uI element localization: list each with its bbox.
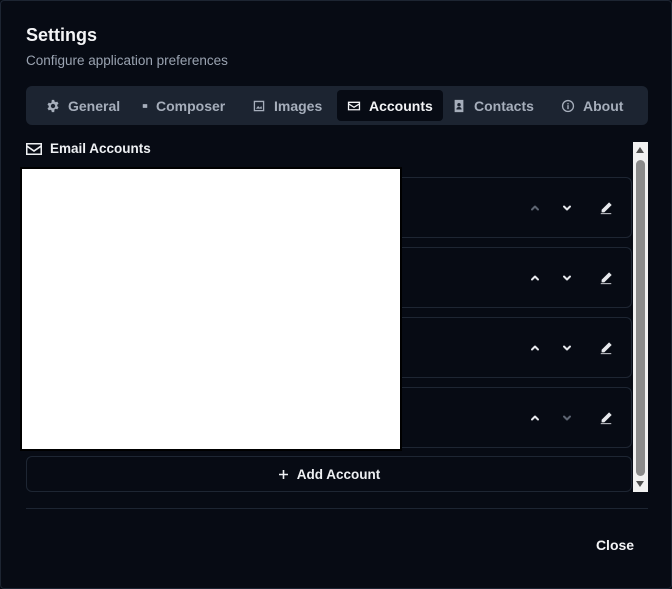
pencil-icon — [600, 342, 612, 355]
envelope-icon — [26, 142, 42, 155]
move-up-button[interactable] — [524, 197, 546, 219]
tab-accounts[interactable]: Accounts — [337, 90, 443, 121]
add-account-label: Add Account — [296, 466, 381, 482]
tab-about[interactable]: About — [551, 90, 633, 121]
pencil-icon — [600, 412, 612, 425]
scroll-down-arrow-icon[interactable] — [636, 481, 644, 487]
tab-label: Accounts — [369, 97, 433, 114]
chevron-up-icon — [531, 275, 539, 281]
close-button[interactable]: Close — [585, 531, 645, 559]
move-down-button[interactable] — [556, 337, 578, 359]
tab-label: General — [68, 97, 121, 114]
contact-card-icon — [454, 99, 464, 112]
edit-account-button[interactable] — [595, 407, 617, 429]
gear-icon — [47, 99, 59, 112]
chevron-up-icon — [531, 345, 539, 351]
add-account-button[interactable]: Add Account — [26, 456, 632, 492]
tab-label: About — [583, 97, 624, 114]
tab-images[interactable]: Images — [242, 90, 332, 121]
tab-general[interactable]: General — [36, 90, 130, 121]
section-title: Email Accounts — [26, 141, 151, 156]
move-up-button[interactable] — [524, 407, 546, 429]
chevron-down-icon — [563, 275, 571, 281]
move-up-button[interactable] — [524, 267, 546, 289]
section-title-label: Email Accounts — [50, 141, 151, 156]
chevron-up-icon — [531, 415, 539, 421]
dialog-subtitle: Configure application preferences — [26, 53, 228, 68]
edit-account-button[interactable] — [595, 197, 617, 219]
chevron-down-icon — [563, 205, 571, 211]
redacted-area — [20, 167, 402, 451]
pencil-icon — [600, 202, 612, 215]
edit-account-button[interactable] — [595, 337, 617, 359]
tab-label: Composer — [156, 97, 226, 114]
scrollbar[interactable] — [633, 142, 648, 492]
scroll-up-arrow-icon[interactable] — [636, 147, 644, 153]
move-down-button[interactable] — [556, 267, 578, 289]
info-icon — [561, 99, 575, 112]
dialog-title: Settings — [26, 25, 98, 45]
tab-label: Images — [274, 97, 323, 114]
tab-label: Contacts — [474, 97, 534, 114]
chevron-down-icon — [563, 345, 571, 351]
plus-icon — [278, 469, 288, 479]
envelope-icon — [347, 101, 361, 110]
pencil-icon — [600, 272, 612, 285]
tab-composer[interactable]: Composer — [132, 90, 235, 121]
tab-contacts[interactable]: Contacts — [442, 90, 544, 121]
scroll-thumb[interactable] — [636, 160, 645, 476]
move-up-button[interactable] — [524, 337, 546, 359]
edit-account-button[interactable] — [595, 267, 617, 289]
chevron-up-icon — [531, 205, 539, 211]
move-down-button[interactable] — [556, 197, 578, 219]
chevron-down-icon — [563, 415, 571, 421]
footer-divider — [26, 508, 648, 509]
settings-tabs: General Composer Images Accounts Contact… — [26, 86, 648, 125]
image-icon — [253, 100, 265, 111]
move-down-button[interactable] — [556, 407, 578, 429]
settings-dialog: Settings Configure application preferenc… — [0, 0, 672, 589]
composer-icon — [142, 103, 148, 108]
